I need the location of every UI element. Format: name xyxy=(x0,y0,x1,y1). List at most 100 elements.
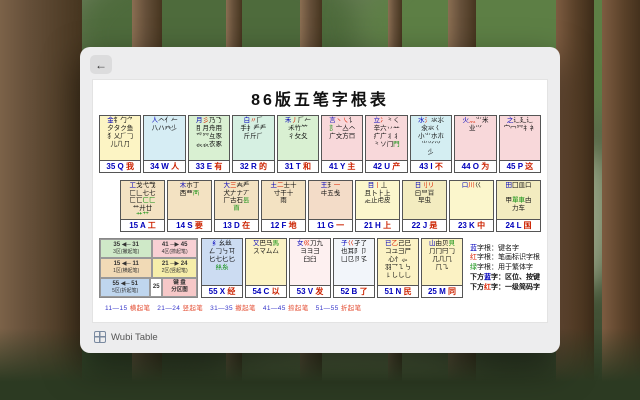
key-label-S: 14 S 要 xyxy=(168,219,211,231)
roots-O: 火灬⺌米业⺍𡭬 xyxy=(455,116,495,160)
roots-M: 山由贝貝⺆冂𠔼𠃌几𠘧𠘨𠘨㇈ xyxy=(422,239,462,285)
key-label-K: 23 K 中 xyxy=(450,219,493,231)
app-title: Wubi Table xyxy=(111,332,158,343)
legend-zone-cell: 25 xyxy=(150,278,162,297)
key-label-U: 42 U 产 xyxy=(366,160,406,172)
key-label-Y: 41 Y 主 xyxy=(322,160,362,172)
roots-Y: 言丶㇏讠訁亠亼𠆢广文方𠮛𠆜亯 xyxy=(322,116,362,160)
key-label-J: 22 J 是 xyxy=(403,219,446,231)
key-cell-N: 已乙己巳コユ⺕尸心忄⺗𡰣羽乛㇅㇉㇙しし乚51 N 民 xyxy=(377,238,419,298)
note-line: 绿字根：用于繁体字 xyxy=(470,263,541,273)
key-label-L: 24 L 国 xyxy=(497,219,540,231)
back-arrow-icon: ← xyxy=(95,58,107,72)
key-label-F: 12 F 地 xyxy=(262,219,305,231)
roots-A: 工戈弋𢦏匚𠃊七七匚匸ㄈ匚艹廾廿𠦃⺾⺿ xyxy=(121,181,164,219)
key-cell-P: 之辶廴⻌宀冖⺳礻衤45 P 这 xyxy=(499,115,541,173)
key-cell-A: 工戈弋𢦏匚𠃊七七匚匸ㄈ匚艹廾廿𠦃⺾⺿15 A 工 xyxy=(120,180,165,232)
roots-G: 王⺩一㐄五戋 xyxy=(309,181,352,219)
roots-K: 口川巜 xyxy=(450,181,493,219)
wubi-chart: 86版五笔字根表 金钅勹⺈夕タク鱼犭乂𠂆𠃌儿𠘧⺆35 Q 我人𠆢亻𠂉八ハ癶𣥂34… xyxy=(92,79,548,323)
key-label-Q: 35 Q 我 xyxy=(100,160,140,172)
key-label-D: 13 D 在 xyxy=(215,219,258,231)
key-label-H: 21 H 上 xyxy=(356,219,399,231)
key-cell-R: 白〃𠂆手扌龵龵斤斤⺁32 R 的 xyxy=(232,115,274,173)
key-label-T: 31 T 和 xyxy=(278,160,318,172)
key-label-O: 44 O 为 xyxy=(455,160,495,172)
key-cell-I: 水氵氺⺢氽氺𡿨小⺌朩𣎳⺌⺍𭕄𣥂43 I 不 xyxy=(410,115,452,173)
roots-S: 木朩丁西覀襾 xyxy=(168,181,211,219)
roots-N: 已乙己巳コユ⺕尸心忄⺗𡰣羽乛㇅㇉㇙しし乚 xyxy=(378,239,418,285)
legend-zone-cell: 35 ◀─ 313区(撇起笔) xyxy=(100,239,152,258)
legend-zone-cell: 21 ─▶ 242区(竖起笔) xyxy=(152,258,197,277)
key-cell-J: 日刂リ曰⺜𣄼早虫22 J 是 xyxy=(402,180,447,232)
caption-line: 11—15 横起笔 21—24 竖起笔 31—35 撇起笔 41—45 捺起笔 … xyxy=(105,302,541,312)
roots-B: 子巜孑了也耳阝卩凵㔾卪孓 xyxy=(334,239,374,285)
key-label-E: 33 E 有 xyxy=(189,160,229,172)
back-button[interactable]: ← xyxy=(90,55,112,74)
key-cell-D: 大三𡗗龵犬𠂇ナ丆厂古石镸𦣻13 D 在 xyxy=(214,180,259,232)
key-cell-B: 子巜孑了也耳阝卩凵㔾卪孓52 B 了 xyxy=(333,238,375,298)
key-cell-Y: 言丶㇏讠訁亠亼𠆢广文方𠮛𠆜亯41 Y 主 xyxy=(321,115,363,173)
roots-I: 水氵氺⺢氽氺𡿨小⺌朩𣎳⺌⺍𭕄𣥂 xyxy=(411,116,451,160)
roots-J: 日刂リ曰⺜𣄼早虫 xyxy=(403,181,446,219)
note-line: 下方蓝字：区位、按键 xyxy=(470,273,541,283)
roots-U: 立冫⺀く辛六丷䒑疒广丬⺦⺀ソ门門 xyxy=(366,116,406,160)
legend-zone-cell: 键 盘分区图 xyxy=(162,278,197,297)
key-row-top: 金钅勹⺈夕タク鱼犭乂𠂆𠃌儿𠘧⺆35 Q 我人𠆢亻𠂉八ハ癶𣥂34 W 人月彡乃𠄎⺝… xyxy=(99,115,541,173)
app-window: ← 86版五笔字根表 金钅勹⺈夕タク鱼犭乂𠂆𠃌儿𠘧⺆35 Q 我人𠆢亻𠂉八ハ癶𣥂… xyxy=(80,47,560,353)
wubi-app-icon xyxy=(94,331,106,343)
roots-W: 人𠆢亻𠂉八ハ癶𣥂 xyxy=(144,116,184,160)
key-row-bottom: 35 ◀─ 313区(撇起笔)41 ─▶ 454区(捺起笔)15 ◀─ 111区… xyxy=(99,238,541,298)
key-cell-K: 口川巜23 K 中 xyxy=(449,180,494,232)
window-titlebar: ← xyxy=(80,47,560,79)
roots-H: 目丨丄且卜⺊上龰止虍皮 xyxy=(356,181,399,219)
key-cell-S: 木朩丁西覀襾14 S 要 xyxy=(167,180,212,232)
key-cell-G: 王⺩一㐄五戋11 G 一 xyxy=(308,180,353,232)
roots-Q: 金钅勹⺈夕タク鱼犭乂𠂆𠃌儿𠘧⺆ xyxy=(100,116,140,160)
key-label-I: 43 I 不 xyxy=(411,160,451,172)
roots-T: 禾丿𠂆𠂉𥝌竹⺮彳攵夂 xyxy=(278,116,318,160)
key-cell-X: 纟幺𢆶𠃋𠃌㇉㔿匕七𠤎匕𢇁糸55 X 经 xyxy=(201,238,243,298)
key-cell-L: 田囗皿口𡇑𫩏四罒甲單車甴力车24 L 国 xyxy=(496,180,541,232)
key-label-P: 45 P 这 xyxy=(500,160,540,172)
key-label-C: 54 C 以 xyxy=(246,285,286,297)
legend-zone-cell: 15 ◀─ 111区(横起笔) xyxy=(100,258,152,277)
legend-zone-cell: 55 ◀─ 515区(折起笔) xyxy=(100,278,150,297)
key-label-G: 11 G 一 xyxy=(309,219,352,231)
key-cell-V: 女巛刀九ヨヨ彐臼𦥑53 V 发 xyxy=(289,238,331,298)
key-label-M: 25 M 同 xyxy=(422,285,462,297)
roots-R: 白〃𠂆手扌龵龵斤斤⺁ xyxy=(233,116,273,160)
roots-V: 女巛刀九ヨヨ彐臼𦥑 xyxy=(290,239,330,285)
roots-P: 之辶廴⻌宀冖⺳礻衤 xyxy=(500,116,540,160)
key-cell-M: 山由贝貝⺆冂𠔼𠃌几𠘧𠘨𠘨㇈25 M 同 xyxy=(421,238,463,298)
key-cell-C: 又巴马馬スマム厶54 C 以 xyxy=(245,238,287,298)
chart-title: 86版五笔字根表 xyxy=(99,86,541,110)
key-cell-Q: 金钅勹⺈夕タク鱼犭乂𠂆𠃌儿𠘧⺆35 Q 我 xyxy=(99,115,141,173)
key-label-A: 15 A 工 xyxy=(121,219,164,231)
desktop-background: ← 86版五笔字根表 金钅勹⺈夕タク鱼犭乂𠂆𠃌儿𠘧⺆35 Q 我人𠆢亻𠂉八ハ癶𣥂… xyxy=(0,0,640,400)
key-label-V: 53 V 发 xyxy=(290,285,330,297)
note-line: 下方红字：一级简码字 xyxy=(470,283,541,293)
roots-D: 大三𡗗龵犬𠂇ナ丆厂古石镸𦣻 xyxy=(215,181,258,219)
key-label-X: 55 X 经 xyxy=(202,285,242,297)
key-cell-H: 目丨丄且卜⺊上龰止虍皮21 H 上 xyxy=(355,180,400,232)
key-cell-W: 人𠆢亻𠂉八ハ癶𣥂34 W 人 xyxy=(143,115,185,173)
window-footer: Wubi Table xyxy=(80,323,560,351)
roots-L: 田囗皿口𡇑𫩏四罒甲單車甴力车 xyxy=(497,181,540,219)
key-cell-E: 月彡乃𠄎⺝月舟用爫⺳彑豕𧘇𧘇衣豖33 E 有 xyxy=(188,115,230,173)
key-cell-O: 火灬⺌米业⺍𡭬44 O 为 xyxy=(454,115,496,173)
key-cell-F: 土二士十寸干十𠦂雨𠕒𠦃12 F 地 xyxy=(261,180,306,232)
note-line: 蓝字根：键名字 xyxy=(470,244,541,254)
key-label-N: 51 N 民 xyxy=(378,285,418,297)
legend-zone-cell: 41 ─▶ 454区(捺起笔) xyxy=(152,239,197,258)
note-line: 红字根：笔画标识字根 xyxy=(470,253,541,263)
roots-F: 土二士十寸干十𠦂雨𠕒𠦃 xyxy=(262,181,305,219)
key-label-R: 32 R 的 xyxy=(233,160,273,172)
key-label-B: 52 B 了 xyxy=(334,285,374,297)
key-label-W: 34 W 人 xyxy=(144,160,184,172)
roots-C: 又巴马馬スマム厶 xyxy=(246,239,286,285)
key-row-middle: 工戈弋𢦏匚𠃊七七匚匸ㄈ匚艹廾廿𠦃⺾⺿15 A 工木朩丁西覀襾14 S 要大三𡗗龵… xyxy=(120,180,541,232)
key-cell-T: 禾丿𠂆𠂉𥝌竹⺮彳攵夂31 T 和 xyxy=(277,115,319,173)
color-notes: 蓝字根：键名字红字根：笔画标识字根绿字根：用于繁体字下方蓝字：区位、按键下方红字… xyxy=(466,244,541,293)
key-cell-U: 立冫⺀く辛六丷䒑疒广丬⺦⺀ソ门門42 U 产 xyxy=(365,115,407,173)
